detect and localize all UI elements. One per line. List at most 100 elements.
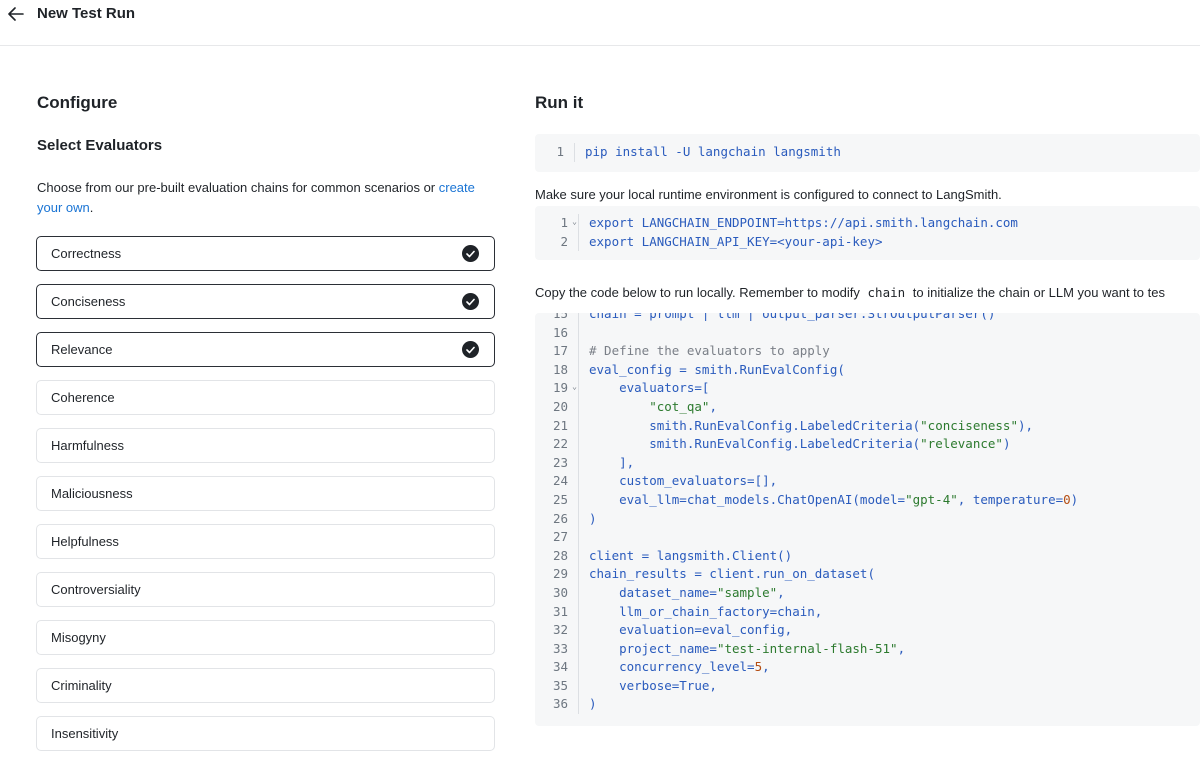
evaluator-label: Misogyny	[51, 630, 106, 645]
page-title: New Test Run	[37, 5, 136, 22]
evaluators-description: Choose from our pre-built evaluation cha…	[37, 180, 475, 215]
line-number: 20	[535, 397, 579, 417]
line-number: 27	[535, 528, 579, 547]
line-number: 28	[535, 546, 579, 566]
evaluator-option[interactable]: Controversiality	[36, 572, 495, 607]
line-number: 34	[535, 658, 579, 677]
chain-code-inline: chain	[867, 285, 906, 300]
arrow-left-icon	[8, 7, 24, 21]
evaluator-label: Maliciousness	[51, 486, 133, 501]
code-line: 21 smith.RunEvalConfig.LabeledCriteria("…	[535, 416, 1200, 436]
evaluator-option[interactable]: Coherence	[36, 380, 495, 415]
install-command: pip install -U langchain langsmith	[585, 144, 841, 159]
line-number: 33	[535, 639, 579, 659]
code-line: 36)	[535, 695, 1200, 715]
code-line: 30 dataset_name="sample",	[535, 583, 1200, 603]
check-circle-icon	[462, 293, 479, 310]
code-text: eval_llm=chat_models.ChatOpenAI(model="g…	[589, 491, 1079, 507]
main-code-block[interactable]: 15 chain = prompt | llm | output_parser.S…	[535, 313, 1200, 726]
chevron-down-icon[interactable]: ⌄	[572, 213, 577, 232]
code-line: 33 project_name="test-internal-flash-51"…	[535, 639, 1200, 659]
code-line: 1 ⌄ export LANGCHAIN_ENDPOINT=https://api.…	[535, 214, 1200, 233]
env-note: Make sure your local runtime environment…	[535, 187, 1002, 202]
evaluator-label: Criminality	[51, 678, 112, 693]
code-line: 35 verbose=True,	[535, 676, 1200, 696]
code-line: 17 # Define the evaluators to apply	[535, 342, 1200, 361]
install-code-block[interactable]: 1 pip install -U langchain langsmith	[535, 134, 1200, 172]
code-line: 31 llm_or_chain_factory=chain,	[535, 602, 1200, 622]
line-number: 36	[535, 695, 579, 715]
line-number: 29	[535, 565, 579, 584]
top-bar: New Test Run	[0, 0, 1200, 46]
code-text: evaluation=eval_config,	[589, 622, 793, 638]
code-line: 23 ],	[535, 453, 1200, 473]
code-text: verbose=True,	[589, 677, 717, 693]
evaluator-option[interactable]: Insensitivity	[36, 716, 495, 751]
code-text: )	[589, 696, 597, 712]
select-evaluators-heading: Select Evaluators	[37, 137, 163, 154]
code-text: chain = prompt | llm | output_parser.Str…	[589, 313, 996, 321]
back-button[interactable]	[6, 4, 26, 24]
evaluator-label: Coherence	[51, 390, 115, 405]
code-line: 32 evaluation=eval_config,	[535, 621, 1200, 640]
evaluator-label: Helpfulness	[51, 534, 119, 549]
check-circle-icon	[462, 341, 479, 358]
code-line: 18 eval_config = smith.RunEvalConfig(	[535, 360, 1200, 380]
evaluator-option[interactable]: Harmfulness	[36, 428, 495, 463]
chevron-down-icon[interactable]: ⌄	[572, 378, 577, 397]
code-line: 22 smith.RunEvalConfig.LabeledCriteria("…	[535, 435, 1200, 454]
code-text: ],	[589, 454, 635, 470]
code-text: client = langsmith.Client()	[589, 547, 793, 563]
line-number: 15	[535, 313, 579, 324]
code-text: custom_evaluators=[],	[589, 473, 778, 489]
code-line: 20 "cot_qa",	[535, 397, 1200, 417]
line-number: 31	[535, 602, 579, 622]
evaluator-option[interactable]: Misogyny	[36, 620, 495, 655]
line-number: 16	[535, 323, 579, 343]
code-text: # Define the evaluators to apply	[589, 343, 830, 359]
code-text: export LANGCHAIN_ENDPOINT=https://api.sm…	[589, 215, 1018, 230]
evaluator-option[interactable]: Conciseness	[36, 284, 495, 319]
code-text: smith.RunEvalConfig.LabeledCriteria("rel…	[589, 436, 1011, 452]
code-line: 2 export LANGCHAIN_API_KEY=<your-api-key>	[535, 232, 1200, 252]
code-text: concurrency_level=5,	[589, 659, 770, 675]
evaluator-option[interactable]: Correctness	[36, 236, 495, 271]
code-line: 24 custom_evaluators=[],	[535, 472, 1200, 491]
line-number: 1 ⌄	[535, 214, 579, 233]
line-number: 21	[535, 416, 579, 436]
line-number: 23	[535, 453, 579, 473]
code-text: dataset_name="sample",	[589, 584, 785, 600]
line-number: 19 ⌄	[535, 379, 579, 398]
check-circle-icon	[462, 245, 479, 262]
code-line: 25 eval_llm=chat_models.ChatOpenAI(model…	[535, 490, 1200, 510]
line-number: 30	[535, 583, 579, 603]
evaluator-label: Harmfulness	[51, 438, 124, 453]
code-text: evaluators=[	[589, 380, 710, 396]
env-code-block[interactable]: 1 ⌄ export LANGCHAIN_ENDPOINT=https://api.…	[535, 206, 1200, 260]
evaluator-option[interactable]: Helpfulness	[36, 524, 495, 559]
evaluator-label: Controversiality	[51, 582, 141, 597]
code-text: project_name="test-internal-flash-51",	[589, 640, 906, 656]
evaluator-label: Conciseness	[51, 294, 126, 309]
code-line: 28 client = langsmith.Client()	[535, 546, 1200, 566]
line-number: 17	[535, 342, 579, 361]
evaluator-label: Insensitivity	[51, 726, 119, 741]
evaluator-option[interactable]: Maliciousness	[36, 476, 495, 511]
line-number: 18	[535, 360, 579, 380]
code-line: 16	[535, 323, 1200, 343]
evaluator-label: Correctness	[51, 246, 122, 261]
line-number: 2	[535, 232, 579, 252]
code-text: export LANGCHAIN_API_KEY=<your-api-key>	[589, 233, 883, 249]
run-it-heading: Run it	[535, 93, 584, 112]
code-line: 1 pip install -U langchain langsmith	[535, 143, 1200, 162]
code-line: 15 chain = prompt | llm | output_parser.S…	[535, 313, 1200, 324]
evaluator-option[interactable]: Criminality	[36, 668, 495, 703]
line-number: 24	[535, 472, 579, 491]
evaluator-label: Relevance	[51, 342, 113, 357]
code-text: chain_results = client.run_on_dataset(	[589, 566, 875, 582]
evaluator-option[interactable]: Relevance	[36, 332, 495, 367]
copy-note: Copy the code below to run locally. Reme…	[535, 285, 1165, 300]
configure-heading: Configure	[37, 93, 118, 112]
